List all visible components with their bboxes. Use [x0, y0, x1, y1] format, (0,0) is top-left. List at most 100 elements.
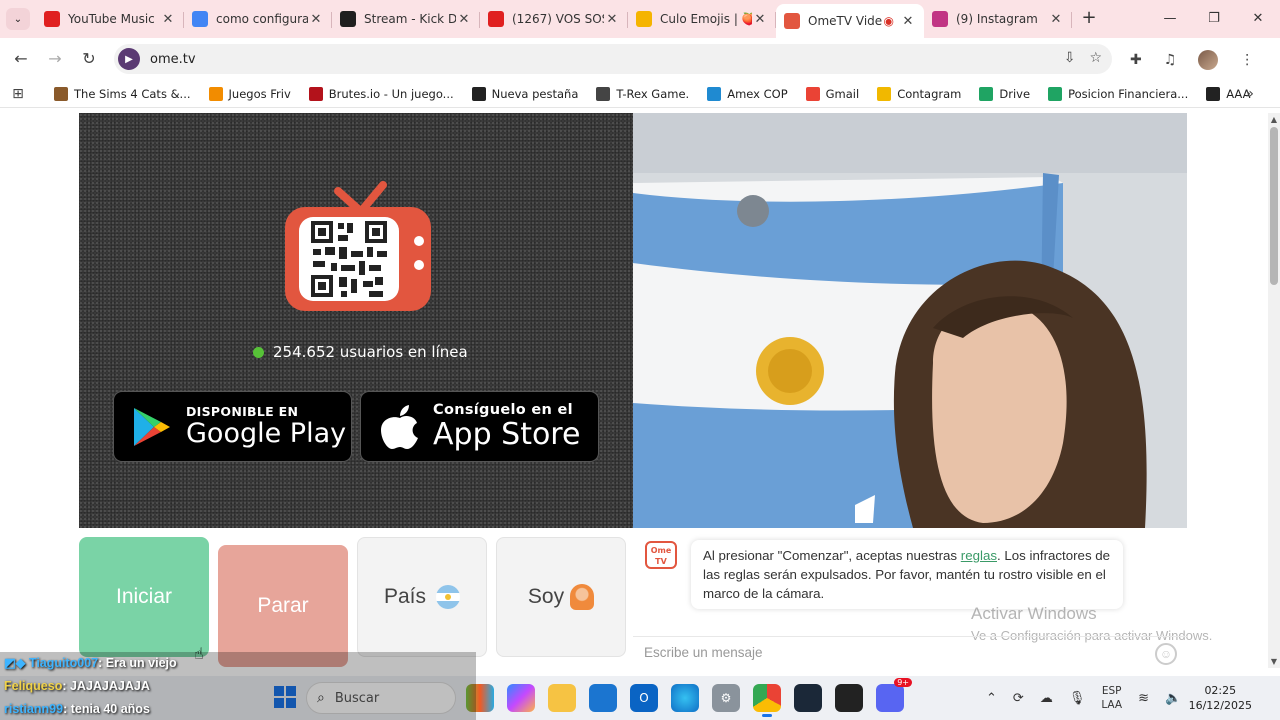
- obs-icon[interactable]: [835, 684, 863, 712]
- chat-panel: Ome TV Al presionar "Comenzar", aceptas …: [633, 528, 1212, 668]
- bookmark-label: T-Rex Game.: [616, 86, 690, 101]
- chat-message-input[interactable]: Escribe un mensaje ☺: [633, 636, 1187, 668]
- bookmark-star-icon[interactable]: ☆: [1089, 50, 1102, 66]
- page-scrollbar[interactable]: ▲ ▼: [1268, 113, 1280, 668]
- browser-tab[interactable]: OmeTV Vide ◉ ✕: [776, 4, 924, 38]
- browser-tab[interactable]: Culo Emojis | 🍑 ✕: [628, 4, 776, 34]
- browser-tab[interactable]: YouTube Music ✕: [36, 4, 184, 34]
- new-tab-button[interactable]: +: [1078, 8, 1100, 30]
- address-bar[interactable]: ▶ ome.tv ⇩ ☆: [114, 44, 1112, 74]
- bookmark-item[interactable]: Contagram: [877, 86, 961, 101]
- ometv-chat-logo: Ome TV: [645, 541, 677, 569]
- stream-chat-line: ◩◆ Tiaguito007: Era un viejo: [4, 655, 177, 670]
- steam-icon[interactable]: [794, 684, 822, 712]
- bookmark-favicon-icon: [1048, 86, 1063, 101]
- stop-button[interactable]: Parar: [218, 545, 348, 667]
- back-button[interactable]: ←: [10, 48, 32, 70]
- wifi-icon[interactable]: ≋: [1138, 691, 1149, 706]
- stream-chat-line: ristiann99: tenia 40 años: [4, 702, 150, 716]
- site-info-icon[interactable]: ▶: [118, 48, 140, 70]
- minimize-button[interactable]: —: [1148, 0, 1192, 36]
- scroll-up-arrow[interactable]: ▲: [1268, 115, 1280, 124]
- chrome-icon[interactable]: [753, 684, 781, 717]
- close-window-button[interactable]: ✕: [1236, 0, 1280, 36]
- volume-icon[interactable]: 🔈: [1165, 691, 1181, 706]
- tab-close-icon[interactable]: ✕: [308, 12, 324, 27]
- edge-icon[interactable]: [671, 684, 699, 712]
- bookmark-item[interactable]: T-Rex Game.: [596, 86, 690, 101]
- online-count: 254.652 usuarios en línea: [273, 343, 468, 361]
- menu-icon[interactable]: ⋮: [1240, 52, 1254, 68]
- folder-icon: [636, 11, 652, 27]
- tab-title: (9) Instagram: [956, 12, 1038, 26]
- apps-grid-icon[interactable]: ⊞: [0, 86, 36, 102]
- install-app-icon[interactable]: ⇩: [1064, 50, 1076, 66]
- bookmark-item[interactable]: Drive: [979, 86, 1030, 101]
- bookmark-item[interactable]: The Sims 4 Cats &...: [54, 86, 191, 101]
- microphone-icon[interactable]: 🎙: [1069, 691, 1086, 706]
- scroll-down-arrow[interactable]: ▼: [1268, 657, 1280, 666]
- rules-link[interactable]: reglas: [961, 548, 997, 563]
- tabs-list: YouTube Music ✕ como configurar ✕ Stream - K…: [36, 4, 1072, 38]
- google-play-small: DISPONIBLE EN: [186, 404, 299, 419]
- start-button[interactable]: Iniciar: [79, 537, 209, 657]
- bookmark-item[interactable]: Juegos Friv: [208, 86, 291, 101]
- tab-search-button[interactable]: ⌄: [6, 8, 30, 30]
- reload-button[interactable]: ↻: [78, 48, 100, 70]
- bookmark-item[interactable]: AAA: [1206, 86, 1251, 101]
- media-control-icon[interactable]: ♫: [1164, 52, 1177, 68]
- tab-close-icon[interactable]: ✕: [752, 12, 768, 27]
- forward-button[interactable]: →: [44, 48, 66, 70]
- chat-text: : tenia 40 años: [63, 702, 150, 716]
- bookmark-item[interactable]: Amex COP: [707, 86, 788, 101]
- recording-indicator-icon: ◉: [883, 14, 894, 28]
- stream-chat-line: Feliqueso: JAJAJAJAJA: [4, 679, 150, 693]
- copilot-icon[interactable]: [507, 684, 535, 712]
- profile-avatar[interactable]: [1198, 50, 1219, 70]
- restore-button[interactable]: ❐: [1192, 0, 1236, 36]
- discord-icon[interactable]: 9+: [876, 678, 912, 712]
- bookmark-label: Gmail: [825, 86, 860, 101]
- tab-close-icon[interactable]: ✕: [900, 14, 916, 29]
- scrollbar-thumb[interactable]: [1270, 127, 1278, 285]
- microsoft-store-icon[interactable]: [589, 684, 617, 712]
- more-bookmarks-icon[interactable]: »: [1245, 86, 1254, 102]
- bookmark-item[interactable]: Nueva pestaña: [471, 86, 578, 101]
- youtube-icon: [488, 11, 504, 27]
- tab-title: Culo Emojis | 🍑: [660, 12, 752, 26]
- bookmark-item[interactable]: Gmail: [805, 86, 860, 101]
- settings-gear-icon[interactable]: ⚙: [712, 684, 740, 712]
- bookmark-favicon-icon: [308, 86, 323, 101]
- gender-button[interactable]: Soy: [496, 537, 626, 657]
- tab-close-icon[interactable]: ✕: [160, 12, 176, 27]
- country-button[interactable]: País: [357, 537, 487, 657]
- browser-tab[interactable]: como configurar ✕: [184, 4, 332, 34]
- ometv-page: 254.652 usuarios en línea DISPONIBLE EN …: [0, 113, 1268, 668]
- tab-close-icon[interactable]: ✕: [1048, 12, 1064, 27]
- tab-close-icon[interactable]: ✕: [456, 12, 472, 27]
- system-clock[interactable]: 02:25 16/12/2025: [1189, 683, 1252, 713]
- google-play-button[interactable]: DISPONIBLE EN Google Play: [113, 391, 352, 462]
- bookmark-item[interactable]: Brutes.io - Un juego...: [308, 86, 454, 101]
- browser-tab[interactable]: (1267) VOS SOS ✕: [480, 4, 628, 34]
- mouse-pointer-icon: ☝: [194, 644, 204, 663]
- browser-tab[interactable]: Stream - Kick Da ✕: [332, 4, 480, 34]
- file-explorer-icon[interactable]: [548, 684, 576, 712]
- sync-icon[interactable]: ⟳: [1013, 691, 1024, 706]
- emoji-picker-icon[interactable]: ☺: [1155, 643, 1177, 665]
- chat-input-placeholder: Escribe un mensaje: [644, 645, 763, 660]
- onedrive-icon[interactable]: ☁: [1040, 691, 1053, 706]
- tab-close-icon[interactable]: ✕: [604, 12, 620, 27]
- language-indicator[interactable]: ESP LAA: [1101, 684, 1122, 712]
- chat-text: : JAJAJAJAJA: [62, 679, 150, 693]
- browser-toolbar: ← → ↻ ▶ ome.tv ⇩ ☆ ✚ ♫ ⋮: [0, 38, 1280, 80]
- outlook-icon[interactable]: O: [630, 684, 658, 712]
- extensions-icon[interactable]: ✚: [1130, 52, 1142, 68]
- tray-overflow-icon[interactable]: ⌃: [986, 691, 997, 706]
- app-store-button[interactable]: Consíguelo en el App Store: [360, 391, 599, 462]
- bookmark-item[interactable]: Posicion Financiera...: [1048, 86, 1188, 101]
- bookmark-favicon-icon: [208, 86, 223, 101]
- bookmark-label: Brutes.io - Un juego...: [328, 86, 454, 101]
- bookmarks-list: The Sims 4 Cats &... Juegos Friv Brutes.io…: [36, 86, 1269, 101]
- browser-tab[interactable]: (9) Instagram ✕: [924, 4, 1072, 34]
